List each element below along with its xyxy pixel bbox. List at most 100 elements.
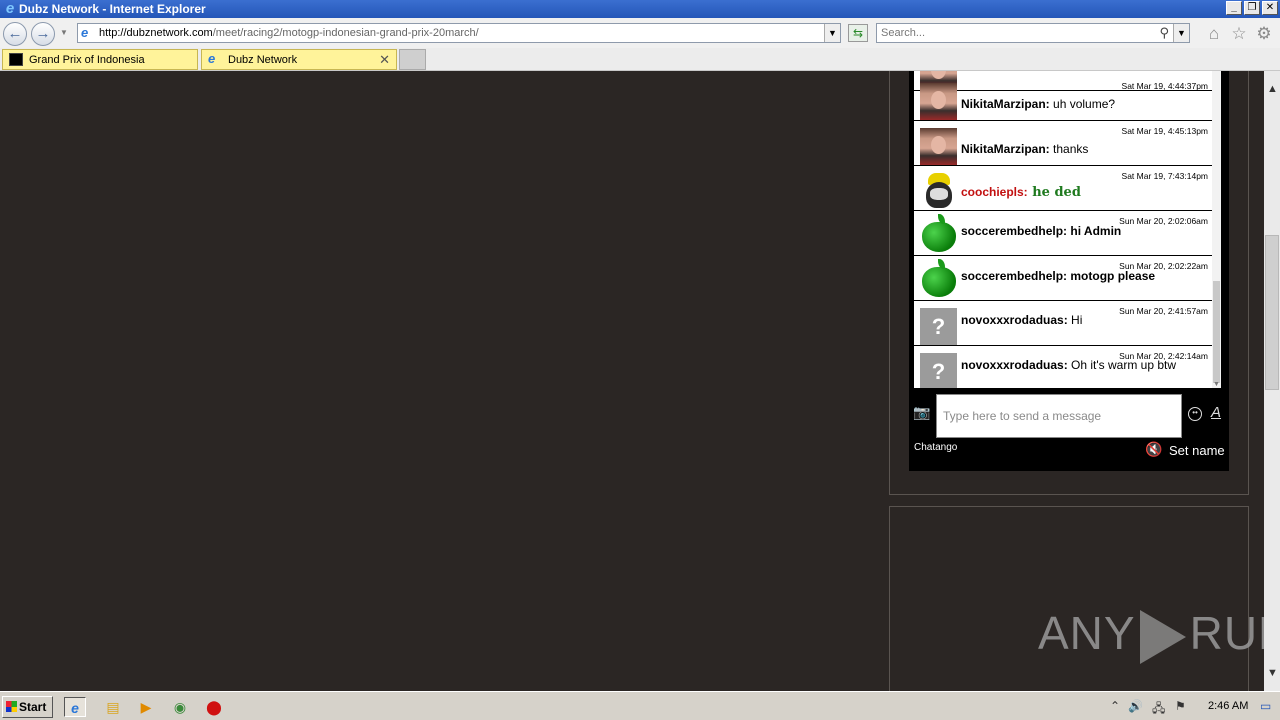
page-scrollbar[interactable]: ▲ ▼ — [1264, 71, 1280, 691]
page-scroll-thumb[interactable] — [1265, 235, 1279, 390]
search-icon[interactable]: ⚲ — [1159, 25, 1169, 41]
message-username[interactable]: novoxxxrodaduas: — [961, 313, 1068, 327]
chat-scrollbar[interactable]: ▼ — [1212, 71, 1221, 388]
page-content: Sat Mar 19, 4:44:37pm NikitaMarzipan: uh… — [0, 71, 1264, 691]
restore-button[interactable]: ❐ — [1244, 1, 1260, 15]
avatar[interactable] — [920, 83, 957, 120]
apple-icon — [921, 258, 956, 297]
tab-dubz-network[interactable]: e Dubz Network ✕ — [201, 49, 397, 70]
history-dropdown-icon[interactable]: ▼ — [60, 28, 68, 37]
message-text: motogp please — [1067, 269, 1156, 283]
message-username[interactable]: NikitaMarzipan: — [961, 142, 1050, 156]
window-title: Dubz Network - Internet Explorer — [19, 2, 206, 16]
message-username[interactable]: coochiepls: — [961, 185, 1028, 199]
start-button[interactable]: Start — [2, 696, 53, 718]
play-icon — [1139, 609, 1186, 664]
chat-scroll-thumb[interactable] — [1213, 281, 1220, 383]
message-timestamp: Sat Mar 19, 7:43:14pm — [1121, 171, 1208, 181]
set-name-button[interactable]: Set name — [1169, 443, 1225, 458]
message-username[interactable]: NikitaMarzipan: — [961, 97, 1050, 111]
chatango-widget: Sat Mar 19, 4:44:37pm NikitaMarzipan: uh… — [909, 71, 1229, 471]
opera-icon[interactable]: ⬤ — [203, 697, 225, 717]
clock[interactable]: 2:46 AM — [1208, 700, 1248, 712]
action-center-flag-icon[interactable]: ⚑ — [1175, 699, 1186, 713]
message-text: Oh it's warm up btw — [1067, 358, 1177, 372]
volume-icon[interactable]: 🔊 — [1128, 699, 1143, 713]
message-timestamp: Sat Mar 19, 4:45:13pm — [1121, 126, 1208, 136]
favorites-star-icon[interactable]: ☆ — [1230, 25, 1248, 43]
message-text: hi Admin — [1067, 224, 1122, 238]
message-timestamp: Sun Mar 20, 2:02:06am — [1119, 216, 1208, 226]
navigation-bar: ← → ▼ e http://dubznetwork.com/meet/raci… — [0, 18, 1280, 48]
tab-label: Dubz Network — [228, 54, 298, 66]
avatar[interactable] — [920, 173, 957, 210]
address-dropdown-icon[interactable]: ▼ — [824, 24, 840, 42]
window-controls: _ ❐ ✕ — [1226, 1, 1278, 15]
emoticon-icon[interactable]: •• — [1188, 407, 1202, 421]
scroll-up-icon[interactable]: ▲ — [1267, 83, 1278, 95]
scroll-down-icon[interactable]: ▼ — [1267, 667, 1278, 679]
chat-message: ? Sun Mar 20, 2:41:57am novoxxxrodaduas:… — [914, 301, 1212, 346]
tab-bar: Grand Prix of Indonesia e Dubz Network ✕ — [0, 48, 1280, 71]
address-bar[interactable]: e http://dubznetwork.com/meet/racing2/mo… — [77, 23, 841, 43]
close-tab-icon[interactable]: ✕ — [379, 52, 390, 68]
search-dropdown-icon[interactable]: ▼ — [1173, 24, 1189, 42]
avatar[interactable] — [920, 128, 957, 165]
refresh-icon[interactable]: ⇆ — [848, 24, 868, 42]
apple-icon — [921, 213, 956, 252]
file-explorer-icon[interactable]: ▤ — [102, 697, 124, 717]
new-tab-button[interactable] — [399, 49, 426, 70]
avatar[interactable]: ? — [920, 308, 957, 345]
site-favicon-icon — [9, 53, 23, 66]
message-username[interactable]: soccerembedhelp: — [961, 269, 1067, 283]
chatango-brand-link[interactable]: Chatango — [914, 442, 957, 453]
url-host: http://dubznetwork.com — [99, 27, 213, 39]
home-icon[interactable]: ⌂ — [1205, 25, 1223, 43]
search-box[interactable]: Search... ⚲ ▼ — [876, 23, 1190, 43]
url-path: /meet/racing2/motogp-indonesian-grand-pr… — [212, 27, 479, 39]
back-button[interactable]: ← — [3, 22, 27, 46]
windows-flag-icon — [6, 701, 17, 712]
chrome-icon[interactable]: ◉ — [169, 697, 191, 717]
message-input-box[interactable] — [936, 394, 1182, 438]
chat-message: Sun Mar 20, 2:02:22am soccerembedhelp: m… — [914, 256, 1212, 301]
ie-page-icon: e — [208, 51, 216, 66]
tray-expand-icon[interactable]: ⌃ — [1110, 699, 1120, 713]
message-text: uh volume? — [1049, 97, 1116, 111]
chat-message: Sun Mar 20, 2:02:06am soccerembedhelp: h… — [914, 211, 1212, 256]
chat-message: ? Sun Mar 20, 2:42:14am novoxxxrodaduas:… — [914, 346, 1212, 388]
system-tray: ⌃ 🔊 🖧 ⚑ ▭ — [1110, 692, 1280, 720]
network-icon[interactable]: 🖧 — [1152, 699, 1165, 720]
start-label: Start — [19, 700, 47, 714]
tab-label: Grand Prix of Indonesia — [29, 54, 145, 66]
message-text: Hi — [1067, 313, 1083, 327]
internet-explorer-icon[interactable]: e — [64, 697, 86, 717]
message-text: thanks — [1049, 142, 1089, 156]
message-list[interactable]: Sat Mar 19, 4:44:37pm NikitaMarzipan: uh… — [914, 71, 1212, 388]
chat-message: Sat Mar 19, 7:43:14pm coochiepls: he ded — [914, 166, 1212, 211]
text-format-icon[interactable]: A — [1211, 404, 1221, 421]
forward-button[interactable]: → — [31, 22, 55, 46]
avatar[interactable]: ? — [920, 353, 957, 388]
show-desktop-icon[interactable]: ▭ — [1260, 699, 1271, 713]
ie-logo-icon: e — [5, 0, 15, 17]
avatar[interactable] — [920, 258, 957, 300]
camera-icon[interactable]: 📷 — [913, 405, 930, 419]
search-input[interactable]: Search... — [881, 27, 925, 39]
close-window-button[interactable]: ✕ — [1262, 1, 1278, 15]
watermark-left: ANY — [1038, 607, 1136, 659]
mute-icon[interactable]: 🔇 — [1145, 441, 1162, 458]
avatar[interactable] — [920, 213, 957, 255]
taskbar: Start e ▤ ▶ ◉ ⬤ ⌃ 🔊 🖧 ⚑ ▭ 2:46 AM — [0, 691, 1280, 720]
media-player-icon[interactable]: ▶ — [135, 697, 157, 717]
tools-gear-icon[interactable]: ⚙ — [1255, 25, 1273, 43]
page-icon: e — [81, 25, 89, 40]
chat-message: Sat Mar 19, 4:45:13pm NikitaMarzipan: th… — [914, 121, 1212, 166]
address-url[interactable]: http://dubznetwork.com/meet/racing2/moto… — [99, 27, 479, 39]
message-username[interactable]: novoxxxrodaduas: — [961, 358, 1068, 372]
chat-scroll-down-icon[interactable]: ▼ — [1212, 381, 1221, 388]
tab-grand-prix[interactable]: Grand Prix of Indonesia — [2, 49, 198, 70]
message-input[interactable] — [937, 395, 1181, 437]
minimize-button[interactable]: _ — [1226, 1, 1242, 15]
message-username[interactable]: soccerembedhelp: — [961, 224, 1067, 238]
